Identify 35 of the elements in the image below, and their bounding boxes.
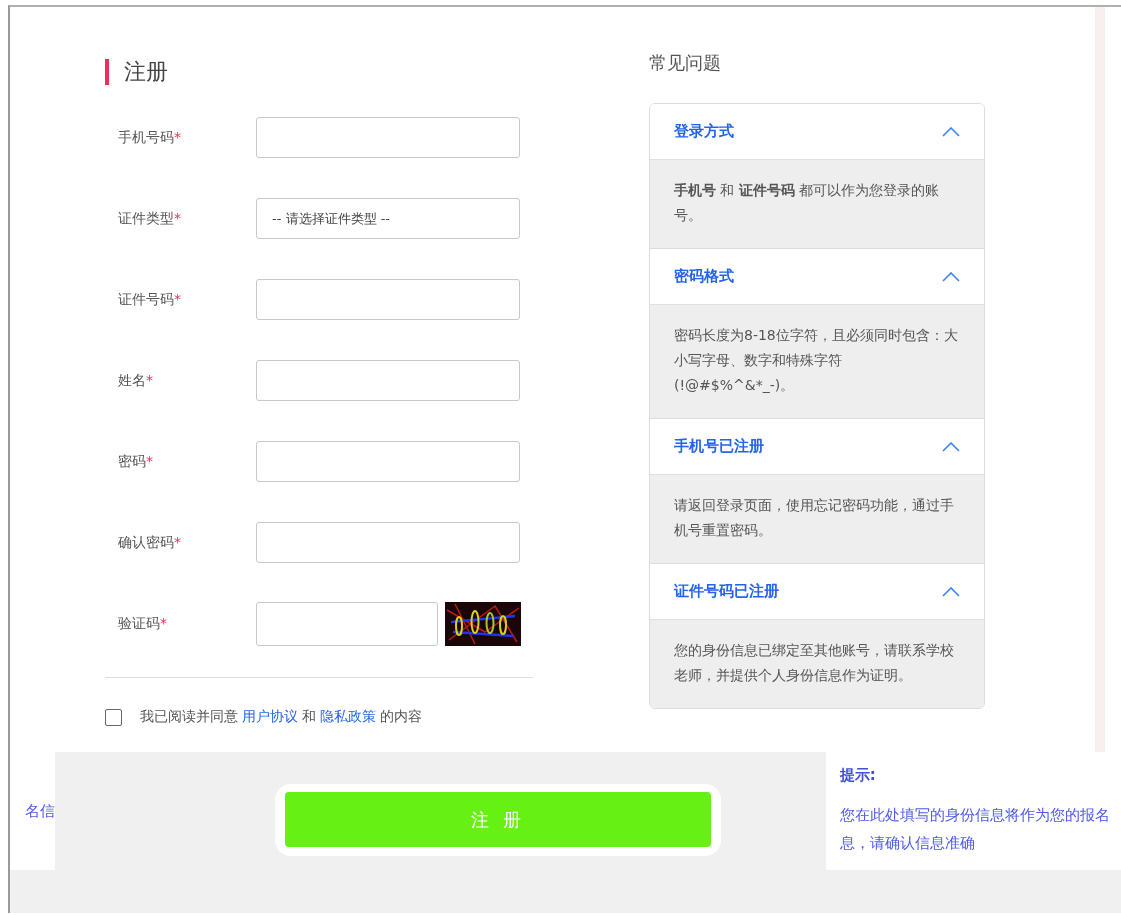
field-label: 验证码* [118, 614, 168, 633]
tip-text: 您在此处填写的身份信息将作为您的报名 [839, 805, 1111, 826]
input-field[interactable] [256, 601, 438, 646]
field-label: 密码* [118, 452, 154, 471]
agreement-text: 我已阅读并同意 [140, 708, 238, 726]
chevron-icon[interactable] [942, 126, 960, 137]
faq-title: 常见问题 [649, 51, 722, 75]
field-label: 姓名* [118, 371, 154, 390]
agreement-text: 的内容 [380, 708, 422, 726]
input-field[interactable] [256, 279, 520, 320]
chevron-icon[interactable] [942, 586, 960, 597]
input-field[interactable] [256, 441, 520, 482]
field-label: 证件号码* [118, 290, 182, 309]
agreement-link[interactable]: 用户协议 [242, 708, 298, 726]
faq-answer: 密码长度为8-18位字符，且必须同时包含：大小写字母、数字和特殊字符(!@#$%^&*_-)。 [650, 305, 984, 418]
field-label: 证件类型* [118, 209, 182, 228]
input-field[interactable] [256, 522, 520, 563]
field-label: 确认密码* [118, 533, 182, 552]
tip-title: 提示: [839, 766, 877, 785]
checkbox[interactable] [105, 708, 122, 726]
select-field[interactable]: -- 请选择证件类型 -- [256, 198, 520, 239]
form-title: 注册 [124, 58, 168, 86]
faq-answer: 手机号 和 证件号码 都可以作为您登录的账号。 [650, 160, 984, 248]
faq-answer: 您的身份信息已绑定至其他账号，请联系学校老师，并提供个人身份信息作为证明。 [650, 620, 984, 708]
agreement-link[interactable]: 隐私政策 [320, 708, 376, 726]
field-label: 手机号码* [118, 128, 182, 147]
agreement-text: 和 [302, 708, 316, 726]
tip-text: 名信 [24, 801, 55, 821]
faq-question[interactable]: 登录方式 [650, 104, 984, 160]
tip-text: 息，请确认信息准确 [839, 833, 976, 854]
faq-answer: 请返回登录页面，使用忘记密码功能，通过手机号重置密码。 [650, 475, 984, 563]
input-field[interactable] [256, 117, 520, 158]
chevron-icon[interactable] [942, 441, 960, 452]
input-field[interactable] [256, 360, 520, 401]
chevron-icon[interactable] [942, 271, 960, 282]
